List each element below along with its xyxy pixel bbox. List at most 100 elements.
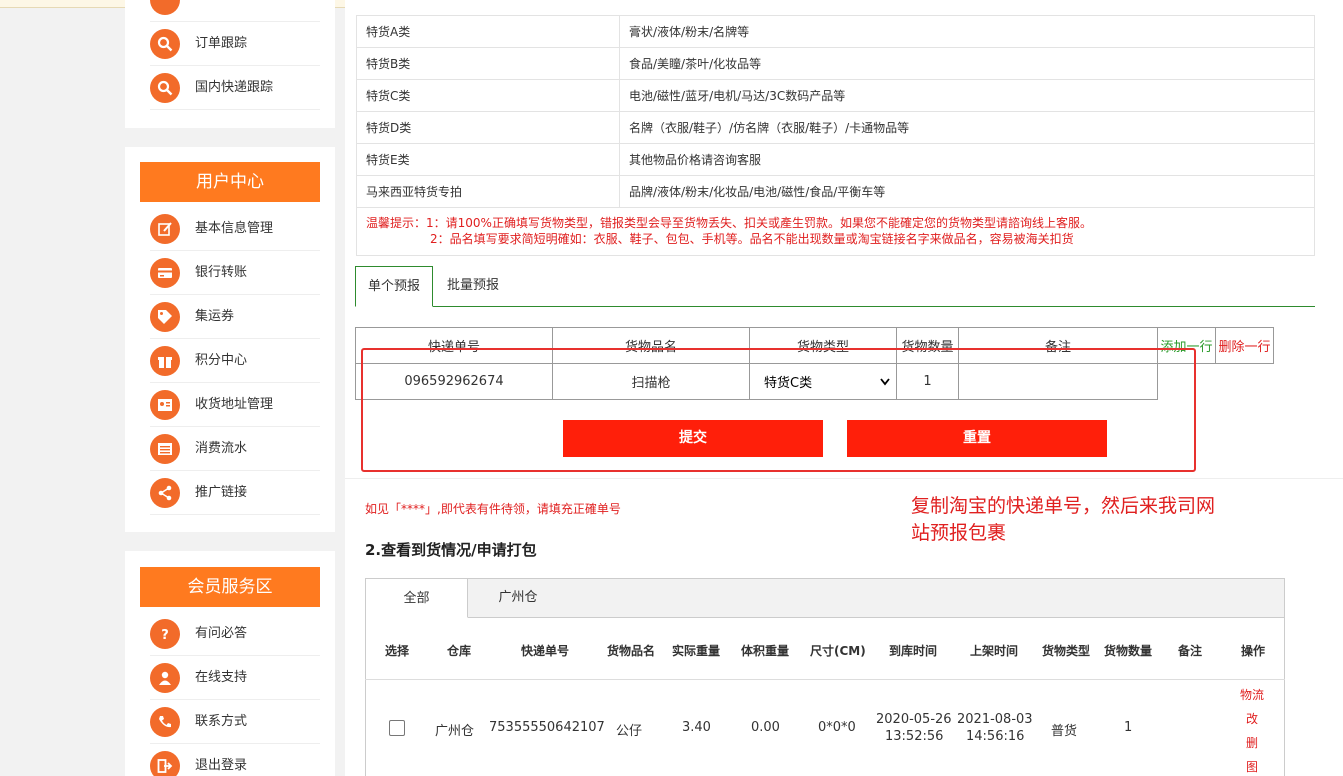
sidebar-item-address[interactable]: 收货地址管理: [150, 383, 320, 427]
sidebar-item-points[interactable]: 积分中心: [150, 339, 320, 383]
tip-line-1: 温馨提示：1：请100%正确填写货物类型，错报类型会导至货物丢失、扣关或產生罚款…: [366, 216, 1092, 230]
category-desc: 电池/磁性/蓝牙/电机/马达/3C数码产品等: [619, 79, 1315, 112]
sidebar-item-label: 退出登录: [195, 758, 248, 773]
col-type: 货物类型: [1042, 644, 1091, 658]
category-name: 特货E类: [356, 143, 620, 176]
sidebar-item-contact[interactable]: 联系方式: [150, 700, 320, 744]
sidebar-item-basic-info[interactable]: 基本信息管理: [150, 207, 320, 251]
table-row: 马来西亚特货专拍 品牌/液体/粉末/化妆品/电池/磁性/食品/平衡车等: [356, 175, 1315, 208]
category-desc: 品牌/液体/粉末/化妆品/电池/磁性/食品/平衡车等: [619, 175, 1315, 208]
sidebar-item-domestic-tracking[interactable]: 国内快递跟踪: [150, 66, 320, 110]
sidebar-item-label: 基本信息管理: [195, 221, 274, 236]
row-type: 普货: [1051, 724, 1078, 739]
row-warehouse: 广州仓: [435, 724, 475, 739]
phone-icon: [150, 707, 180, 737]
tip-line-2: 2：品名填写要求简短明確如：衣服、鞋子、包包、手机等。品名不能出现数量或淘宝链接…: [430, 232, 1074, 246]
category-desc: 食品/美瞳/茶叶/化妆品等: [619, 47, 1315, 80]
op-image-link[interactable]: 图: [1235, 755, 1269, 776]
row-volume-weight: 0.00: [751, 720, 780, 735]
sidebar-item-logout[interactable]: 退出登录: [150, 744, 320, 776]
sidebar-item-label: 收货地址管理: [195, 397, 274, 412]
row-checkbox[interactable]: [389, 720, 405, 736]
pending-notice: 如见「****」,即代表有件待领，请填充正確单号: [365, 502, 621, 516]
row-arrive-date: 2020-05-26: [876, 712, 952, 727]
op-logistics-link[interactable]: 物流: [1235, 683, 1269, 707]
row-item-name: 公仔: [616, 724, 643, 739]
sidebar-item-referral[interactable]: 推广链接: [150, 471, 320, 515]
search-icon: [150, 0, 180, 15]
tab-guangzhou[interactable]: 广州仓: [468, 578, 568, 618]
row-actual-weight: 3.40: [682, 720, 711, 735]
sidebar-item-label: 订单跟踪: [195, 36, 248, 51]
gift-icon: [150, 346, 180, 376]
col-qty: 货物数量: [1104, 644, 1153, 658]
sidebar-item-bank-transfer[interactable]: 银行转账: [150, 251, 320, 295]
sidebar-item-order-tracking[interactable]: 订单跟踪: [150, 22, 320, 66]
user-icon: [150, 663, 180, 693]
delete-row-button[interactable]: 删除一行: [1215, 327, 1274, 364]
tab-single-forecast[interactable]: 单个预报: [355, 266, 433, 307]
sidebar-item-label: 国内快递跟踪: [195, 80, 274, 95]
table-row: 特货E类 其他物品价格请咨询客服: [356, 143, 1315, 176]
table-row: 特货D类 名牌（衣服/鞋子）/仿名牌（衣服/鞋子）/卡通物品等: [356, 111, 1315, 144]
row-shelf-date: 2021-08-03: [957, 712, 1033, 727]
edit-icon: [150, 214, 180, 244]
cargo-category-table: 特货A类 膏状/液体/粉末/名牌等 特货B类 食品/美瞳/茶叶/化妆品等 特货C类电…: [356, 15, 1315, 208]
warning-tips: 温馨提示：1：请100%正确填写货物类型，错报类型会导至货物丢失、扣关或產生罚款…: [356, 208, 1315, 256]
row-shelf-time: 14:56:16: [966, 729, 1025, 744]
row-arrive-time: 13:52:56: [885, 729, 944, 744]
sidebar-user-center: 用户中心 基本信息管理 银行转账 集运券 积分中心 收货地址管理 消费流水 推广…: [125, 147, 335, 532]
main-panel: 特货A类 膏状/液体/粉末/名牌等 特货B类 食品/美瞳/茶叶/化妆品等 特货C类电…: [345, 0, 1343, 776]
highlight-box: [361, 348, 1196, 472]
sidebar-member-service: 会员服务区 ? 有问必答 在线支持 联系方式 退出登录: [125, 551, 335, 776]
category-desc: 膏状/液体/粉末/名牌等: [619, 15, 1315, 48]
tag-icon: [150, 302, 180, 332]
category-desc: 名牌（衣服/鞋子）/仿名牌（衣服/鞋子）/卡通物品等: [619, 111, 1315, 144]
question-icon: ?: [150, 619, 180, 649]
search-icon: [150, 29, 180, 59]
sidebar-item-label: 推广链接: [195, 485, 248, 500]
sidebar-item-partial[interactable]: [150, 0, 320, 22]
card-icon: [150, 258, 180, 288]
sidebar-item-transactions[interactable]: 消费流水: [150, 427, 320, 471]
sidebar-item-online-support[interactable]: 在线支持: [150, 656, 320, 700]
arrival-list: [365, 617, 1285, 776]
tab-all[interactable]: 全部: [365, 578, 468, 618]
sidebar-item-coupon[interactable]: 集运券: [150, 295, 320, 339]
sidebar-item-label: 联系方式: [195, 714, 248, 729]
col-shelf-time: 上架时间: [970, 644, 1019, 658]
col-warehouse: 仓库: [447, 644, 472, 658]
row-qty: 1: [1124, 720, 1133, 735]
col-size: 尺寸(CM): [810, 644, 866, 658]
sidebar-item-label: 积分中心: [195, 353, 248, 368]
tab-batch-forecast[interactable]: 批量预报: [437, 266, 509, 307]
warehouse-tabs: 全部 广州仓: [365, 578, 1285, 618]
section-title: 2.查看到货情况/申请打包: [365, 541, 537, 559]
id-card-icon: [150, 390, 180, 420]
member-service-header: 会员服务区: [140, 567, 320, 607]
col-volume-weight: 体积重量: [741, 644, 790, 658]
col-remark: 备注: [1178, 644, 1203, 658]
annotation-text: 复制淘宝的快递单号，然后来我司网站预报包裹: [911, 495, 1216, 544]
col-ops: 操作: [1241, 644, 1266, 658]
list-icon: [150, 434, 180, 464]
category-name: 特货C类: [356, 79, 620, 112]
sidebar-item-faq[interactable]: ? 有问必答: [150, 612, 320, 656]
sidebar-tracking-card: 订单跟踪 国内快递跟踪: [125, 0, 335, 128]
category-desc: 其他物品价格请咨询客服: [619, 143, 1315, 176]
divider: [345, 478, 1343, 479]
forecast-tabs: 单个预报 批量预报: [355, 266, 1315, 307]
sidebar-item-label: 消费流水: [195, 441, 248, 456]
col-select: 选择: [385, 644, 410, 658]
svg-text:?: ?: [161, 628, 169, 642]
row-operations: 物流 改 删 图: [1235, 683, 1269, 776]
user-center-header: 用户中心: [140, 162, 320, 202]
table-row: 特货B类 食品/美瞳/茶叶/化妆品等: [356, 47, 1315, 80]
op-delete-link[interactable]: 删: [1235, 731, 1269, 755]
sidebar-item-label: 有问必答: [195, 626, 248, 641]
category-name: 马来西亚特货专拍: [356, 175, 620, 208]
category-name: 特货B类: [356, 47, 620, 80]
category-name: 特货A类: [356, 15, 620, 48]
op-edit-link[interactable]: 改: [1235, 707, 1269, 731]
row-tracking-no: 75355550642107: [489, 720, 605, 735]
